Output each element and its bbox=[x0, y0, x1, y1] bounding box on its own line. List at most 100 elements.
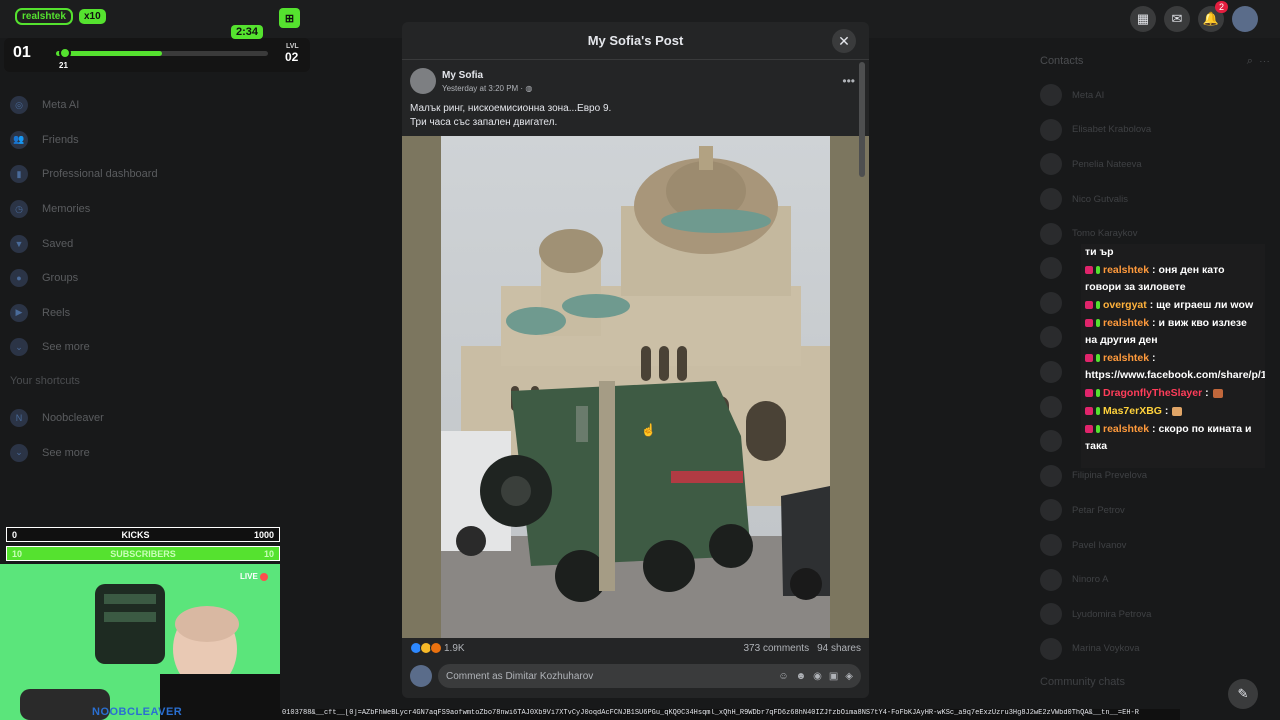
nav-label: Professional dashboard bbox=[42, 168, 158, 181]
chat-emote-icon bbox=[1212, 388, 1223, 398]
contact-item[interactable]: Nico Gutvalis bbox=[1040, 182, 1270, 217]
saved-icon: ▼ bbox=[10, 234, 28, 253]
contact-avatar bbox=[1040, 291, 1062, 314]
shortcut-see-more[interactable]: ⌄ See more bbox=[10, 435, 210, 470]
angry-icon bbox=[430, 642, 442, 654]
comment-tools: ☺ ☻ ◉ ▣ ◈ bbox=[778, 671, 853, 682]
overlay-username: realshtek bbox=[15, 8, 73, 25]
gif-icon[interactable]: ▣ bbox=[829, 671, 838, 682]
chat-username[interactable]: DragonflyTheSlayer bbox=[1103, 387, 1202, 399]
mouse-cursor: ☝ bbox=[641, 423, 656, 437]
camera-icon[interactable]: ◉ bbox=[813, 671, 822, 682]
messenger-icon[interactable]: ✉ bbox=[1164, 6, 1190, 32]
contact-item[interactable]: Marina Voykova bbox=[1040, 632, 1270, 667]
more-options-icon[interactable]: ••• bbox=[842, 74, 855, 88]
post-modal: My Sofia's Post ✕ My Sofia Yesterday at … bbox=[402, 22, 869, 698]
post-photo[interactable] bbox=[441, 136, 830, 638]
post-text-line: Три часа със запален двигател. bbox=[410, 117, 558, 128]
chat-message: realshtek : https://www.facebook.com/sha… bbox=[1085, 350, 1265, 384]
sub-tier-badge-icon bbox=[1096, 425, 1100, 434]
nav-label: Friends bbox=[42, 133, 79, 146]
post-timestamp[interactable]: Yesterday at 3:20 PM · ◍ bbox=[442, 84, 532, 93]
page-icon: N bbox=[10, 409, 28, 428]
goal-target: 10 bbox=[263, 548, 274, 559]
nav-item-reels[interactable]: ▶ Reels bbox=[10, 296, 210, 331]
sticker-icon[interactable]: ◈ bbox=[845, 671, 853, 682]
chat-text: : ще играеш ли wow bbox=[1149, 299, 1254, 311]
nav-item-groups[interactable]: ● Groups bbox=[10, 261, 210, 296]
contact-item[interactable]: Penelia Nateeva bbox=[1040, 147, 1270, 182]
contact-avatar bbox=[1040, 430, 1062, 453]
nav-item-saved[interactable]: ▼ Saved bbox=[10, 226, 210, 261]
xp-progress-track bbox=[56, 51, 268, 56]
shortcut-noobcleaver[interactable]: N Noobcleaver bbox=[10, 401, 210, 436]
nav-item-see-more[interactable]: ⌄ See more bbox=[10, 330, 210, 365]
nav-item-meta-ai[interactable]: ◎ Meta AI bbox=[10, 88, 210, 123]
reaction-count[interactable]: 1.9K bbox=[444, 643, 465, 654]
new-message-button[interactable]: ✎ bbox=[1228, 679, 1258, 709]
avatar-sticker-icon[interactable]: ☺ bbox=[778, 671, 788, 682]
nav-item-professional-dashboard[interactable]: ▮ Professional dashboard bbox=[10, 157, 210, 192]
emoji-icon[interactable]: ☻ bbox=[796, 671, 807, 682]
contact-avatar bbox=[1040, 464, 1062, 487]
menu-grid-icon[interactable]: ▦ bbox=[1130, 6, 1156, 32]
contact-avatar bbox=[1040, 153, 1062, 176]
contact-item[interactable]: Meta AI bbox=[1040, 78, 1270, 113]
subscriber-badge-icon bbox=[1085, 319, 1093, 328]
contact-name: Filipina Prevelova bbox=[1072, 470, 1147, 482]
modal-scrollbar[interactable] bbox=[859, 62, 865, 177]
subscriber-badge-icon bbox=[1085, 389, 1093, 398]
memories-icon: ◷ bbox=[10, 200, 28, 219]
chat-username[interactable]: realshtek bbox=[1103, 264, 1149, 276]
chat-username[interactable]: realshtek bbox=[1103, 317, 1149, 329]
post-text-line: Малък ринг, нискоемисионна зона...Евро 9… bbox=[410, 103, 612, 114]
contact-avatar bbox=[1040, 395, 1062, 418]
share-count[interactable]: 94 shares bbox=[817, 643, 861, 654]
contact-name: Lyudomira Petrova bbox=[1072, 608, 1152, 620]
overlay-multiplier: x10 bbox=[79, 9, 106, 24]
chevron-down-icon: ⌄ bbox=[10, 443, 28, 462]
contact-item[interactable]: Elisabet Krabolova bbox=[1040, 113, 1270, 148]
account-avatar[interactable] bbox=[1232, 6, 1258, 32]
groups-icon: ● bbox=[10, 269, 28, 288]
nav-item-friends[interactable]: 👥 Friends bbox=[10, 123, 210, 158]
chat-username[interactable]: overgyat bbox=[1103, 299, 1147, 311]
notifications-bell-icon[interactable]: 🔔 2 bbox=[1198, 1, 1228, 32]
contacts-heading: Contacts bbox=[1040, 55, 1084, 67]
post-author[interactable]: My Sofia bbox=[442, 70, 532, 81]
subscriber-badge-icon bbox=[1085, 301, 1093, 310]
close-icon: ✕ bbox=[838, 32, 850, 49]
comment-count[interactable]: 373 comments bbox=[743, 643, 809, 654]
contact-item[interactable]: Pavel Ivanov bbox=[1040, 528, 1270, 563]
contact-item[interactable]: Ninoro A bbox=[1040, 562, 1270, 597]
kicks-goal-bar: 0 KICKS 1000 bbox=[6, 527, 280, 542]
comment-placeholder: Comment as Dimitar Kozhuharov bbox=[446, 670, 594, 682]
goal-label: SUBSCRIBERS bbox=[110, 548, 176, 559]
contact-item[interactable]: Lyudomira Petrova bbox=[1040, 597, 1270, 632]
contact-item[interactable]: Petar Petrov bbox=[1040, 493, 1270, 528]
post-header: My Sofia Yesterday at 3:20 PM · ◍ bbox=[410, 68, 532, 94]
shortcuts-heading: Your shortcuts bbox=[10, 374, 80, 387]
goal-target: 1000 bbox=[253, 529, 274, 540]
close-button[interactable]: ✕ bbox=[832, 29, 856, 53]
chat-username[interactable]: realshtek bbox=[1103, 423, 1149, 435]
reaction-icons[interactable] bbox=[410, 642, 442, 654]
nav-label: See more bbox=[42, 341, 90, 354]
nav-label: Memories bbox=[42, 203, 91, 216]
contact-avatar bbox=[1040, 326, 1062, 349]
contacts-header: Contacts ⌕ ⋯ bbox=[1040, 52, 1270, 70]
author-avatar[interactable] bbox=[410, 68, 436, 94]
comment-input[interactable]: Comment as Dimitar Kozhuharov ☺ ☻ ◉ ▣ ◈ bbox=[438, 664, 861, 688]
subscriber-badge-icon bbox=[1085, 425, 1093, 434]
contact-avatar bbox=[1040, 118, 1062, 141]
friends-icon: 👥 bbox=[10, 130, 28, 149]
post-time-text: Yesterday at 3:20 PM · bbox=[442, 83, 524, 93]
subscribers-goal-bar: 10 SUBSCRIBERS 10 bbox=[6, 546, 280, 561]
nav-label: Groups bbox=[42, 272, 79, 285]
nav-item-memories[interactable]: ◷ Memories bbox=[10, 192, 210, 227]
chat-emote-icon bbox=[1172, 406, 1183, 416]
chat-username[interactable]: Mas7erXBG bbox=[1103, 405, 1162, 417]
chat-username[interactable]: realshtek bbox=[1103, 352, 1149, 364]
chat-message: realshtek : оня ден като говори за зилов… bbox=[1085, 262, 1261, 296]
search-icon[interactable]: ⌕ ⋯ bbox=[1247, 55, 1270, 68]
